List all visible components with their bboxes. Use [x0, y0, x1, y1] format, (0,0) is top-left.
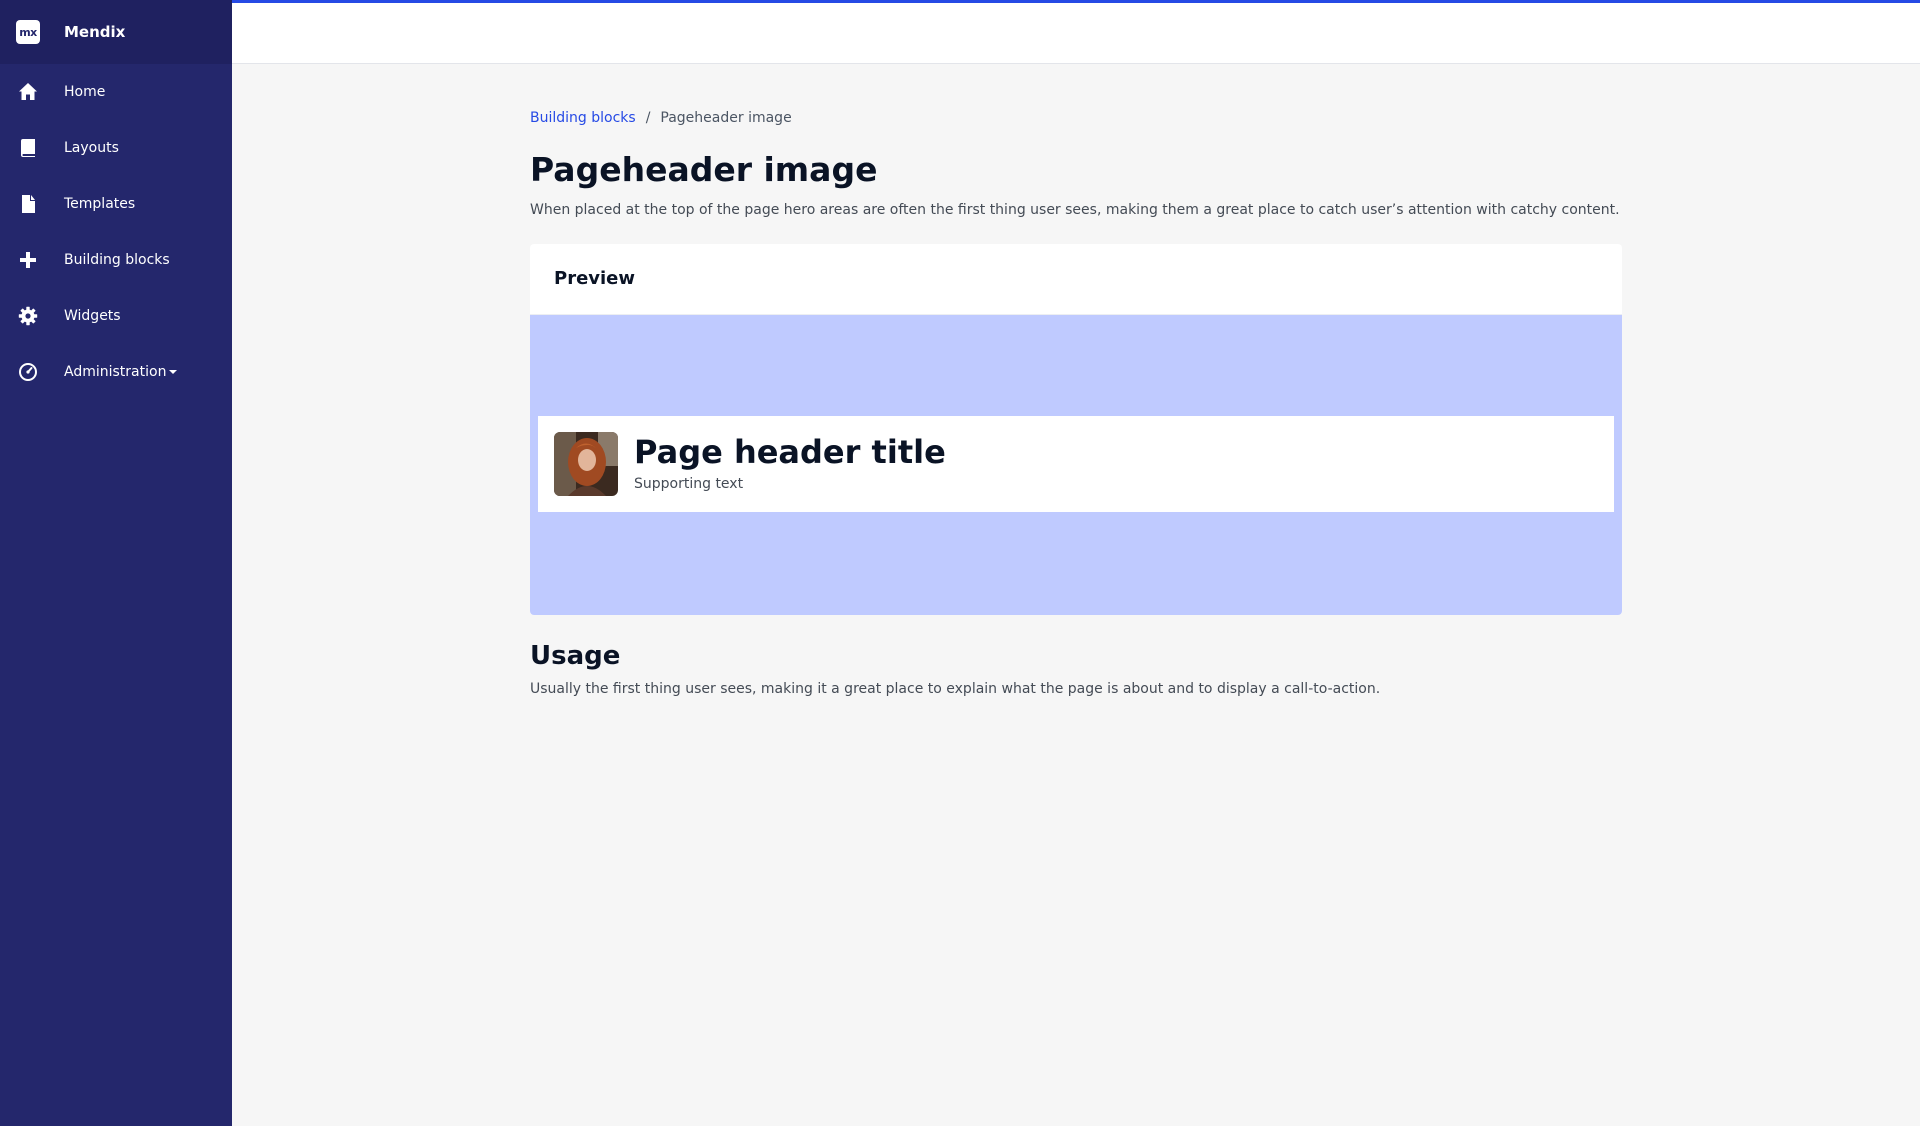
- page-header-title: Page header title: [634, 433, 946, 471]
- main-content: Building blocks / Pageheader image Pageh…: [530, 110, 1622, 697]
- sidebar-item-building-blocks[interactable]: Building blocks: [0, 232, 232, 288]
- file-icon: [16, 192, 40, 216]
- sidebar-item-label: Building blocks: [64, 252, 170, 268]
- sidebar-item-label: Widgets: [64, 308, 121, 324]
- sidebar-item-label: Home: [64, 84, 106, 100]
- usage-title: Usage: [530, 640, 621, 671]
- home-icon: [16, 80, 40, 104]
- breadcrumb-separator: /: [645, 110, 651, 126]
- brand[interactable]: mx Mendix: [0, 0, 232, 64]
- gear-icon: [16, 304, 40, 328]
- page-header-supporting-text: Supporting text: [634, 476, 744, 493]
- avatar: [554, 431, 618, 496]
- page-title: Pageheader image: [530, 150, 878, 189]
- hero-area: Page header title Supporting text: [530, 314, 1622, 615]
- caret-down-icon: [169, 370, 178, 374]
- page-description: When placed at the top of the page hero …: [530, 201, 1620, 218]
- sidebar-item-label: Administration: [64, 364, 178, 380]
- mendix-logo-icon: mx: [16, 20, 40, 44]
- preview-card: Preview Page header title Supporting tex…: [530, 243, 1622, 615]
- app-name: Mendix: [64, 23, 126, 41]
- sidebar-item-label: Templates: [64, 196, 136, 212]
- preview-heading: Preview: [530, 244, 1622, 315]
- breadcrumb-current: Pageheader image: [660, 110, 792, 126]
- breadcrumb: Building blocks / Pageheader image: [530, 110, 1622, 126]
- sidebar-item-templates[interactable]: Templates: [0, 176, 232, 232]
- sidebar: mx Mendix Home Layouts Templates Buildin…: [0, 0, 232, 1126]
- book-icon: [16, 136, 40, 160]
- sidebar-item-administration[interactable]: Administration: [0, 344, 232, 400]
- page-header: Page header title Supporting text: [538, 415, 1614, 512]
- top-bar: [232, 0, 1920, 64]
- page-header-text: Page header title Supporting text: [634, 433, 946, 493]
- gauge-icon: [16, 360, 40, 384]
- breadcrumb-link-building-blocks[interactable]: Building blocks: [530, 110, 636, 126]
- usage-description: Usually the first thing user sees, makin…: [530, 680, 1381, 697]
- plus-icon: [16, 248, 40, 272]
- sidebar-item-label: Layouts: [64, 140, 119, 156]
- sidebar-item-home[interactable]: Home: [0, 64, 232, 120]
- sidebar-item-widgets[interactable]: Widgets: [0, 288, 232, 344]
- sidebar-item-layouts[interactable]: Layouts: [0, 120, 232, 176]
